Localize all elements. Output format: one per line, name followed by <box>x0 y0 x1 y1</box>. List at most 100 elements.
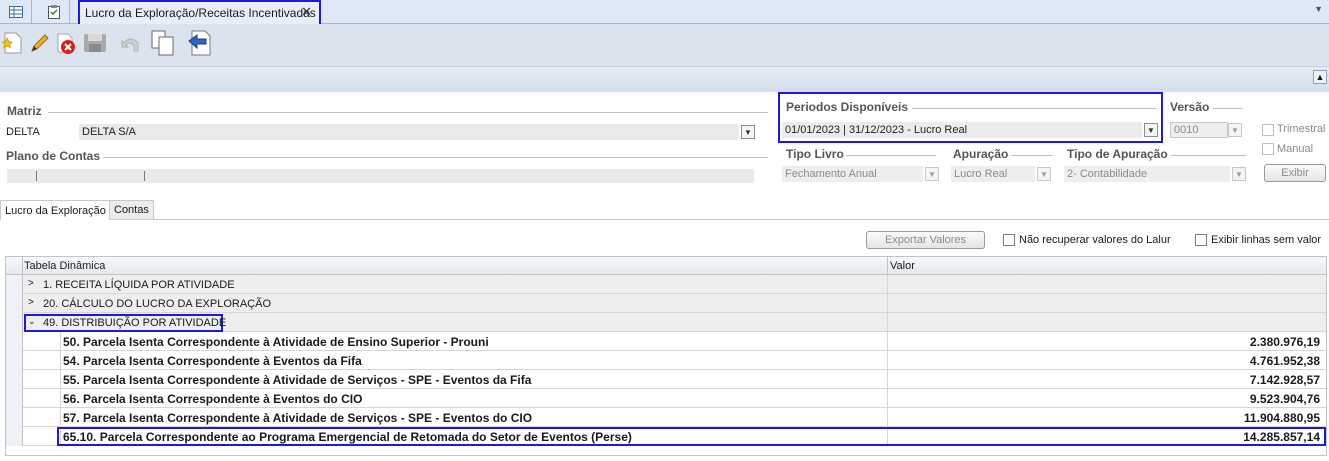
matriz-rule <box>48 112 768 113</box>
row-value: 4.761.952,38 <box>887 351 1326 370</box>
matriz-code: DELTA <box>3 124 75 140</box>
row-value: 7.142.928,57 <box>887 370 1326 389</box>
save-icon[interactable] <box>82 28 108 58</box>
row-label: 57. Parcela Isenta Correspondente à Ativ… <box>60 408 887 427</box>
tab-contas[interactable]: Contas <box>109 200 154 220</box>
tipo-livro-label: Tipo Livro <box>786 147 844 161</box>
versao-dropdown-icon[interactable]: ▼ <box>1228 123 1242 137</box>
tipo-apuracao-dropdown-icon[interactable]: ▼ <box>1232 167 1246 181</box>
periodos-label: Periodos Disponíveis <box>786 100 909 114</box>
row-selector-header <box>6 257 23 275</box>
collapse-panel-icon[interactable]: ▲ <box>1313 70 1327 84</box>
matriz-label: Matriz <box>7 104 42 118</box>
table-row[interactable]: 55. Parcela Isenta Correspondente à Ativ… <box>6 370 1326 389</box>
checklist-icon[interactable] <box>38 0 70 23</box>
group-row[interactable]: > 1. RECEITA LÍQUIDA POR ATIVIDADE <box>6 275 1326 294</box>
delete-icon[interactable] <box>54 28 80 58</box>
apuracao-dropdown-icon[interactable]: ▼ <box>1037 167 1051 181</box>
exibir-button[interactable]: Exibir <box>1264 164 1326 182</box>
matriz-select[interactable]: DELTA S/A <box>79 124 739 140</box>
row-highlight <box>57 427 1326 446</box>
periodos-select[interactable]: 01/01/2023 | 31/12/2023 - Lucro Real <box>782 122 1142 138</box>
row-selector[interactable] <box>6 275 23 294</box>
col-header-tabela[interactable]: Tabela Dinâmica <box>24 257 105 275</box>
table-row[interactable]: 57. Parcela Isenta Correspondente à Ativ… <box>6 408 1326 427</box>
edit-pencil-icon[interactable] <box>27 28 53 58</box>
plano-field[interactable] <box>7 169 754 183</box>
tab-list-dropdown-icon[interactable]: ▼ <box>1314 4 1323 14</box>
row-selector[interactable] <box>6 408 23 427</box>
row-label: 55. Parcela Isenta Correspondente à Ativ… <box>60 370 887 389</box>
row-label: 54. Parcela Isenta Correspondente à Even… <box>60 351 887 370</box>
tipo-apuracao-select[interactable]: 2- Contabilidade <box>1064 166 1230 182</box>
row-value: 11.904.880,95 <box>887 408 1326 427</box>
plano-separator <box>36 171 37 181</box>
row-label: 56. Parcela Isenta Correspondente à Even… <box>60 389 887 408</box>
trimestral-checkbox[interactable] <box>1262 124 1274 136</box>
manual-checkbox[interactable] <box>1262 143 1274 155</box>
plano-separator <box>144 171 145 181</box>
group-row-expanded[interactable]: ⌄ 49. DISTRIBUIÇÃO POR ATIVIDADE <box>6 313 1326 332</box>
table-row[interactable]: 50. Parcela Isenta Correspondente à Ativ… <box>6 332 1326 351</box>
group-row[interactable]: > 20. CÁLCULO DO LUCRO DA EXPLORAÇÃO <box>6 294 1326 313</box>
tipo-livro-dropdown-icon[interactable]: ▼ <box>925 167 939 181</box>
row-label: 50. Parcela Isenta Correspondente à Ativ… <box>60 332 887 351</box>
manual-label: Manual <box>1277 143 1314 155</box>
plano-rule <box>103 157 768 158</box>
matriz-dropdown-icon[interactable]: ▼ <box>741 125 755 139</box>
row-value: 2.380.976,19 <box>887 332 1326 351</box>
versao-label: Versão <box>1170 100 1210 114</box>
row-selector[interactable] <box>6 332 23 351</box>
periodos-rule <box>912 108 1156 109</box>
apuracao-label: Apuração <box>953 147 1009 161</box>
col-divider <box>887 313 888 332</box>
col-header-divider[interactable] <box>887 257 888 275</box>
close-tab-icon[interactable]: ✕ <box>301 4 312 20</box>
table-row[interactable]: 54. Parcela Isenta Correspondente à Even… <box>6 351 1326 370</box>
col-divider <box>887 294 888 313</box>
tipo-apuracao-label: Tipo de Apuração <box>1067 147 1168 161</box>
periodos-dropdown-icon[interactable]: ▼ <box>1144 123 1158 137</box>
table-row[interactable]: 56. Parcela Isenta Correspondente à Even… <box>6 389 1326 408</box>
row-selector[interactable] <box>6 351 23 370</box>
table-row-highlighted[interactable]: 65.10. Parcela Correspondente ao Program… <box>6 427 1326 446</box>
row-selector[interactable] <box>6 313 23 332</box>
grid-header: Tabela Dinâmica Valor <box>6 257 1326 275</box>
new-document-icon[interactable] <box>0 28 26 58</box>
col-divider <box>887 275 888 294</box>
grid-view-icon[interactable] <box>0 0 32 23</box>
row-selector[interactable] <box>6 389 23 408</box>
apuracao-select[interactable]: Lucro Real <box>951 166 1035 182</box>
plano-label: Plano de Contas <box>6 149 101 163</box>
row-selector[interactable] <box>6 427 23 446</box>
tipo-apuracao-rule <box>1171 155 1246 156</box>
tabs-baseline <box>0 219 1329 220</box>
group-label: 49. DISTRIBUIÇÃO POR ATIVIDADE <box>43 316 227 329</box>
group-label: 1. RECEITA LÍQUIDA POR ATIVIDADE <box>43 278 235 291</box>
collapse-chevron-icon[interactable]: ⌄ <box>28 316 36 327</box>
tab-lucro-da-exploracao[interactable]: Lucro da Exploração <box>0 200 111 220</box>
exportar-valores-button[interactable]: Exportar Valores <box>866 231 985 249</box>
expand-chevron-icon[interactable]: > <box>28 297 34 308</box>
nao-recuperar-checkbox[interactable] <box>1003 234 1015 246</box>
row-selector[interactable] <box>6 294 23 313</box>
tab-lucro-exploracao[interactable]: Lucro da Exploração/Receitas Incentivada… <box>78 0 321 26</box>
export-arrow-icon[interactable] <box>187 28 213 58</box>
exibir-linhas-checkbox[interactable] <box>1195 234 1207 246</box>
trimestral-label: Trimestral <box>1277 123 1326 135</box>
copy-icon[interactable] <box>150 28 176 58</box>
tab-title: Lucro da Exploração/Receitas Incentivada… <box>85 6 316 20</box>
undo-icon[interactable] <box>118 28 144 58</box>
expand-chevron-icon[interactable]: > <box>28 278 34 289</box>
toolbar-band <box>0 66 1329 92</box>
tipo-livro-rule <box>846 155 936 156</box>
tipo-livro-select[interactable]: Fechamento Anual <box>782 166 923 182</box>
versao-select[interactable]: 0010 <box>1170 122 1228 138</box>
col-header-valor[interactable]: Valor <box>890 257 915 275</box>
group-label: 20. CÁLCULO DO LUCRO DA EXPLORAÇÃO <box>43 297 272 310</box>
row-selector[interactable] <box>6 370 23 389</box>
apuracao-rule <box>1012 155 1052 156</box>
pivot-grid: Tabela Dinâmica Valor > 1. RECEITA LÍQUI… <box>5 256 1327 456</box>
versao-rule <box>1213 108 1243 109</box>
row-value: 9.523.904,76 <box>887 389 1326 408</box>
